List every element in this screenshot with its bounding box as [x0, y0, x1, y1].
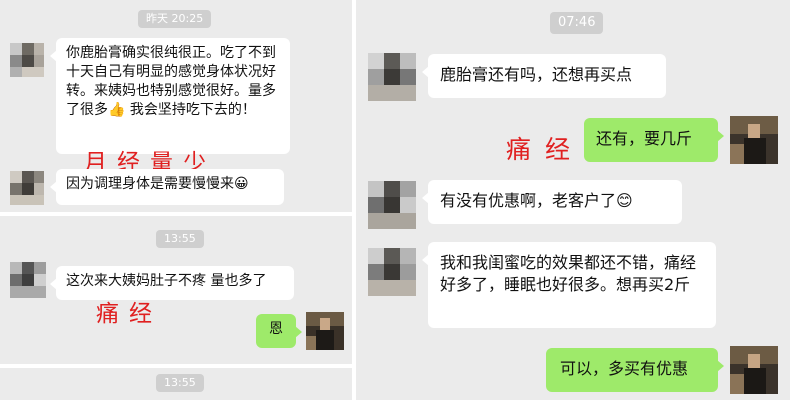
message-text: 有没有优惠啊，老客户了😊 [440, 191, 633, 210]
avatar[interactable] [368, 248, 416, 296]
chat-panel-right: 07:46 鹿胎膏还有吗，还想再买点 痛经 还有，要几斤 有没有优惠啊，老客户了… [356, 0, 790, 400]
message-text: 因为调理身体是需要慢慢来😀 [66, 176, 249, 192]
message-bubble[interactable]: 鹿胎膏还有吗，还想再买点 [422, 54, 666, 98]
avatar-self[interactable] [730, 116, 778, 164]
message-bubble[interactable]: 有没有优惠啊，老客户了😊 [422, 180, 682, 224]
timestamp: 昨天 20:25 [138, 10, 212, 28]
message-text: 可以，多买有优惠 [560, 359, 689, 378]
message-text: 还有，要几斤 [596, 129, 693, 148]
chat-panel-left-bottom: 13:55 [0, 368, 352, 400]
message-bubble[interactable]: 因为调理身体是需要慢慢来😀 [50, 169, 284, 205]
avatar[interactable] [368, 53, 416, 101]
message-bubble[interactable]: 你鹿胎膏确实很纯很正。吃了不到十天自己有明显的感觉身体状况好转。来姨妈也特别感觉… [50, 38, 290, 154]
message-bubble[interactable]: 这次来大姨妈肚子不疼 量也多了 [50, 266, 294, 300]
chat-panel-left-top: 昨天 20:25 你鹿胎膏确实很纯很正。吃了不到十天自己有明显的感觉身体状况好转… [0, 0, 352, 212]
message-text: 鹿胎膏还有吗，还想再买点 [440, 65, 633, 84]
annotation-label: 痛经 [96, 301, 162, 327]
message-text: 恩 [269, 321, 283, 337]
message-bubble-outgoing[interactable]: 还有，要几斤 [584, 118, 724, 162]
avatar[interactable] [10, 43, 44, 77]
timestamp: 07:46 [550, 12, 604, 34]
annotation-label: 痛经 [506, 135, 585, 164]
message-bubble[interactable]: 我和我闺蜜吃的效果都还不错，痛经好多了，睡眠也好很多。想再买2斤 [422, 242, 716, 328]
message-text: 你鹿胎膏确实很纯很正。吃了不到十天自己有明显的感觉身体状况好转。来姨妈也特别感觉… [66, 45, 276, 118]
message-bubble-outgoing[interactable]: 可以，多买有优惠 [546, 348, 724, 392]
avatar[interactable] [10, 262, 46, 298]
chat-panel-left-middle: 13:55 这次来大姨妈肚子不疼 量也多了 痛经 恩 [0, 216, 352, 364]
timestamp: 13:55 [156, 374, 204, 392]
message-text: 这次来大姨妈肚子不疼 量也多了 [66, 273, 267, 289]
avatar[interactable] [368, 181, 416, 229]
message-text: 我和我闺蜜吃的效果都还不错，痛经好多了，睡眠也好很多。想再买2斤 [440, 253, 697, 294]
message-bubble-outgoing[interactable]: 恩 [256, 314, 302, 348]
avatar-self[interactable] [730, 346, 778, 394]
avatar-self[interactable] [306, 312, 344, 350]
timestamp: 13:55 [156, 230, 204, 248]
avatar[interactable] [10, 171, 44, 205]
